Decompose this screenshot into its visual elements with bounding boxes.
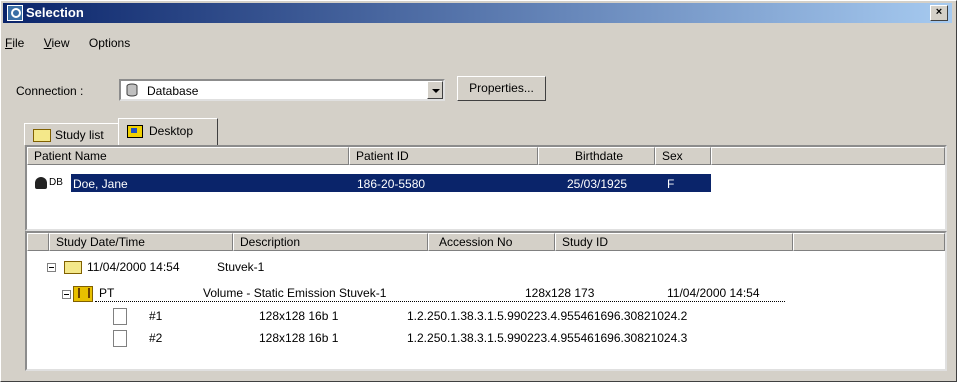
column-header-accession-no[interactable]: Accession No bbox=[428, 233, 555, 251]
column-header-patient-name[interactable]: Patient Name bbox=[27, 147, 349, 165]
series-description: Volume - Static Emission Stuvek-1 bbox=[203, 286, 387, 300]
series-dims: 128x128 173 bbox=[525, 286, 595, 300]
collapse-icon[interactable] bbox=[47, 263, 56, 272]
image-uid: 1.2.250.1.38.3.1.5.990223.4.955461696.30… bbox=[407, 309, 688, 323]
open-folder-icon bbox=[64, 261, 82, 274]
column-header-birthdate[interactable]: Birthdate bbox=[538, 147, 655, 165]
patient-name: Doe, Jane bbox=[73, 177, 128, 191]
patient-sex: F bbox=[667, 177, 675, 191]
series-modality: PT bbox=[99, 286, 115, 300]
collapse-icon[interactable] bbox=[62, 290, 71, 299]
tab-desktop[interactable]: Desktop bbox=[118, 118, 218, 145]
column-header-blank bbox=[27, 233, 49, 251]
tab-study-list-label: Study list bbox=[55, 128, 104, 142]
database-icon bbox=[126, 83, 138, 97]
series-datetime: 11/04/2000 14:54 bbox=[667, 286, 760, 300]
patient-id: 186-20-5580 bbox=[357, 177, 426, 191]
study-description: Stuvek-1 bbox=[217, 260, 265, 274]
properties-button[interactable]: Properties... bbox=[457, 76, 546, 101]
close-button[interactable]: × bbox=[930, 5, 948, 21]
image-icon bbox=[113, 330, 127, 347]
image-format: 128x128 16b 1 bbox=[259, 309, 339, 323]
column-header-blank bbox=[793, 233, 945, 251]
menu-bar: File View Options bbox=[5, 36, 146, 54]
desktop-icon bbox=[127, 125, 143, 138]
selection-window: Selection × File View Options Connection… bbox=[0, 0, 957, 382]
study-tree-header: Study Date/Time Description Accession No… bbox=[27, 233, 945, 251]
column-header-study-id[interactable]: Study ID bbox=[555, 233, 793, 251]
chevron-down-icon[interactable] bbox=[427, 81, 443, 99]
person-icon bbox=[35, 177, 47, 189]
series-icon bbox=[73, 286, 93, 302]
connection-label: Connection : bbox=[16, 84, 84, 98]
column-header-patient-id[interactable]: Patient ID bbox=[349, 147, 538, 165]
image-uid: 1.2.250.1.38.3.1.5.990223.4.955461696.30… bbox=[407, 331, 688, 345]
patient-birthdate: 25/03/1925 bbox=[567, 177, 628, 191]
patient-list-header: Patient Name Patient ID Birthdate Sex bbox=[27, 147, 945, 165]
window-title: Selection bbox=[26, 5, 84, 20]
column-header-blank bbox=[711, 147, 945, 165]
column-header-description[interactable]: Description bbox=[233, 233, 428, 251]
menu-file[interactable]: File bbox=[5, 36, 24, 50]
source-badge: DB bbox=[49, 177, 63, 188]
column-header-study-datetime[interactable]: Study Date/Time bbox=[49, 233, 233, 251]
image-format: 128x128 16b 1 bbox=[259, 331, 339, 345]
menu-options[interactable]: Options bbox=[89, 36, 130, 50]
tab-study-list[interactable]: Study list bbox=[24, 123, 119, 145]
image-icon bbox=[113, 308, 127, 325]
search-icon bbox=[7, 5, 23, 21]
image-number: #2 bbox=[149, 331, 163, 345]
title-bar[interactable]: Selection × bbox=[3, 3, 952, 23]
column-header-sex[interactable]: Sex bbox=[655, 147, 711, 165]
focus-outline bbox=[95, 301, 785, 302]
image-number: #1 bbox=[149, 309, 163, 323]
connection-select[interactable]: Database bbox=[119, 79, 445, 101]
study-datetime: 11/04/2000 14:54 bbox=[87, 260, 180, 274]
connection-value: Database bbox=[147, 84, 199, 98]
study-tree[interactable]: Study Date/Time Description Accession No… bbox=[25, 231, 947, 371]
folder-icon bbox=[33, 129, 51, 142]
tab-desktop-label: Desktop bbox=[149, 124, 194, 138]
menu-view[interactable]: View bbox=[44, 36, 70, 50]
patient-list[interactable]: Patient Name Patient ID Birthdate Sex DB… bbox=[25, 145, 947, 231]
